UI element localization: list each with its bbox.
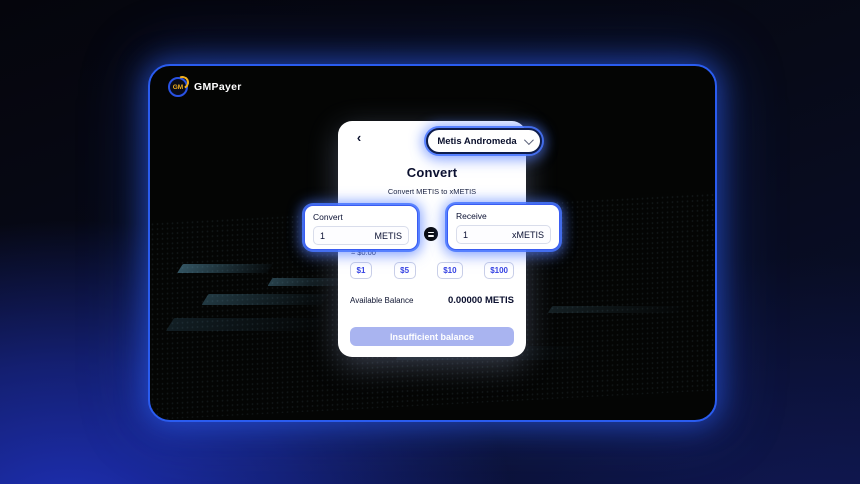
brand: GM GMPayer: [168, 77, 242, 97]
balance-label: Available Balance: [350, 296, 413, 305]
quick-amount-button-10[interactable]: $10: [437, 262, 462, 279]
convert-amount-input[interactable]: 1 METIS: [313, 226, 409, 245]
chevron-down-icon: [524, 135, 534, 145]
floor-tile: [166, 318, 324, 331]
floor-tile: [177, 264, 273, 273]
receive-amount-input[interactable]: 1 xMETIS: [456, 225, 551, 244]
receive-panel-label: Receive: [456, 211, 551, 221]
receive-amount-value: 1: [463, 230, 468, 240]
app-window: GM GMPayer ‹ Convert Convert METIS to xM…: [148, 64, 717, 422]
floor-tile: [268, 278, 343, 286]
balance-value: 0.00000 METIS: [448, 295, 514, 306]
quick-amount-button-1[interactable]: $1: [350, 262, 372, 279]
convert-amount-value: 1: [320, 231, 325, 241]
network-selector-label: Metis Andromeda: [437, 136, 516, 147]
quick-amount-button-5[interactable]: $5: [394, 262, 416, 279]
convert-panel-label: Convert: [313, 212, 409, 222]
receive-panel: Receive 1 xMETIS: [447, 204, 560, 250]
floor-tile: [202, 294, 329, 305]
logo-monogram: GM: [173, 84, 183, 91]
network-selector-dropdown[interactable]: Metis Andromeda: [426, 128, 542, 154]
modal-subtitle: Convert METIS to xMETIS: [338, 187, 526, 196]
receive-currency: xMETIS: [512, 230, 544, 240]
floor-tile: [548, 306, 682, 313]
brand-name: GMPayer: [194, 81, 242, 93]
quick-amounts-row: $1 $5 $10 $100: [350, 262, 514, 279]
back-icon[interactable]: ‹: [351, 130, 367, 146]
equals-icon: [424, 227, 438, 241]
balance-row: Available Balance 0.00000 METIS: [350, 295, 514, 306]
submit-button[interactable]: Insufficient balance: [350, 327, 514, 346]
convert-currency: METIS: [374, 231, 402, 241]
quick-amount-button-100[interactable]: $100: [484, 262, 514, 279]
modal-title: Convert: [338, 165, 526, 180]
gmpayer-logo-icon: GM: [168, 77, 188, 97]
convert-panel: Convert 1 METIS: [304, 205, 418, 250]
